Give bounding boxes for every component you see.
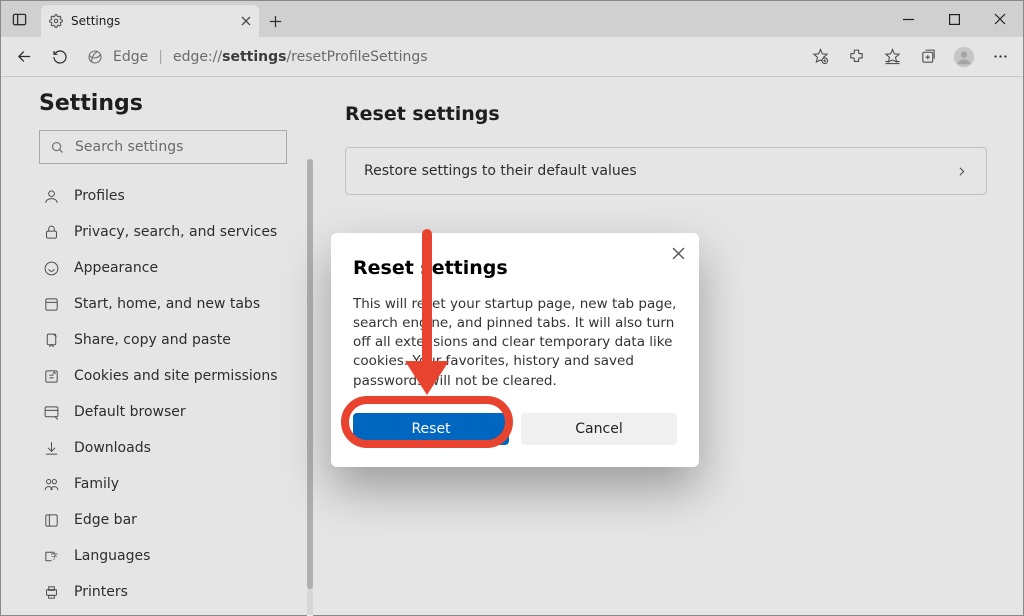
sidebar-scrollbar[interactable] [307, 159, 313, 616]
sidebar-item-icon [43, 188, 60, 205]
sidebar-item-icon [43, 584, 60, 601]
sidebar-item[interactable]: Start, home, and new tabs [39, 286, 287, 322]
sidebar-item[interactable]: System and performance [39, 610, 287, 615]
sidebar-item-icon: 字 [43, 548, 60, 565]
new-tab-button[interactable] [259, 5, 291, 37]
sidebar-item-icon [43, 332, 60, 349]
add-favorite-button[interactable] [803, 40, 837, 74]
sidebar-item-icon [43, 224, 60, 241]
sidebar-item-label: Printers [74, 584, 128, 600]
sidebar-item-label: Edge bar [74, 512, 137, 528]
close-tab-icon[interactable] [241, 16, 251, 26]
sidebar-item-icon [43, 476, 60, 493]
maximize-button[interactable] [931, 1, 977, 37]
sidebar-item[interactable]: Printers [39, 574, 287, 610]
reset-button[interactable]: Reset [353, 413, 509, 445]
sidebar-item-label: Appearance [74, 260, 158, 276]
chevron-right-icon [955, 165, 968, 178]
dialog-body: This will reset your startup page, new t… [353, 295, 677, 391]
sidebar-item-icon [43, 260, 60, 277]
sidebar-item-icon [43, 296, 60, 313]
address-prefix: Edge [113, 49, 148, 65]
svg-text:字: 字 [51, 551, 58, 560]
card-label: Restore settings to their default values [364, 163, 637, 179]
sidebar-item-icon [43, 440, 60, 457]
browser-tab[interactable]: Settings [41, 5, 259, 37]
cancel-button[interactable]: Cancel [521, 413, 677, 445]
page-title: Settings [39, 91, 287, 116]
window-controls [885, 1, 1023, 37]
search-settings-input[interactable]: Search settings [39, 130, 287, 164]
titlebar: Settings [1, 1, 1023, 37]
sidebar-item[interactable]: Privacy, search, and services [39, 214, 287, 250]
minimize-button[interactable] [885, 1, 931, 37]
refresh-button[interactable] [43, 40, 77, 74]
sidebar-item-label: Cookies and site permissions [74, 368, 278, 384]
sidebar-item-label: Start, home, and new tabs [74, 296, 260, 312]
tab-actions-button[interactable] [1, 1, 37, 37]
sidebar-item[interactable]: Profiles [39, 178, 287, 214]
favorites-button[interactable] [875, 40, 909, 74]
reset-settings-dialog: Reset settings This will reset your star… [331, 233, 699, 467]
sidebar-item[interactable]: Cookies and site permissions [39, 358, 287, 394]
sidebar-item[interactable]: Family [39, 466, 287, 502]
search-placeholder: Search settings [75, 139, 183, 155]
sidebar-item[interactable]: Downloads [39, 430, 287, 466]
settings-sidebar: Settings Search settings Profiles Privacy… [1, 77, 309, 615]
back-button[interactable] [7, 40, 41, 74]
address-bar[interactable]: Edge | edge://settings/resetProfileSetti… [79, 42, 801, 72]
restore-defaults-row[interactable]: Restore settings to their default values [345, 147, 987, 195]
sidebar-item-icon [43, 512, 60, 529]
sidebar-item[interactable]: Share, copy and paste [39, 322, 287, 358]
close-icon [672, 247, 685, 260]
sidebar-item[interactable]: Edge bar [39, 502, 287, 538]
extensions-button[interactable] [839, 40, 873, 74]
sidebar-item-label: Downloads [74, 440, 151, 456]
sidebar-item-label: Default browser [74, 404, 186, 420]
sidebar-item-icon [43, 404, 60, 421]
sidebar-item[interactable]: 字 Languages [39, 538, 287, 574]
gear-icon [49, 14, 63, 28]
sidebar-item-label: Privacy, search, and services [74, 224, 277, 240]
sidebar-item[interactable]: Default browser [39, 394, 287, 430]
search-icon [50, 140, 65, 155]
collections-button[interactable] [911, 40, 945, 74]
close-window-button[interactable] [977, 1, 1023, 37]
tab-title: Settings [71, 14, 233, 28]
sidebar-item-label: Family [74, 476, 119, 492]
toolbar: Edge | edge://settings/resetProfileSetti… [1, 37, 1023, 77]
more-menu-button[interactable] [983, 40, 1017, 74]
sidebar-item-icon [43, 368, 60, 385]
sidebar-item-label: Profiles [74, 188, 125, 204]
sidebar-item[interactable]: Appearance [39, 250, 287, 286]
edge-site-icon [87, 49, 103, 65]
section-heading: Reset settings [345, 103, 987, 125]
profile-button[interactable] [947, 40, 981, 74]
sidebar-item-label: Languages [74, 548, 150, 564]
sidebar-item-label: Share, copy and paste [74, 332, 231, 348]
dialog-title: Reset settings [353, 257, 677, 279]
address-separator: | [158, 49, 163, 65]
dialog-close-button[interactable] [672, 247, 685, 260]
